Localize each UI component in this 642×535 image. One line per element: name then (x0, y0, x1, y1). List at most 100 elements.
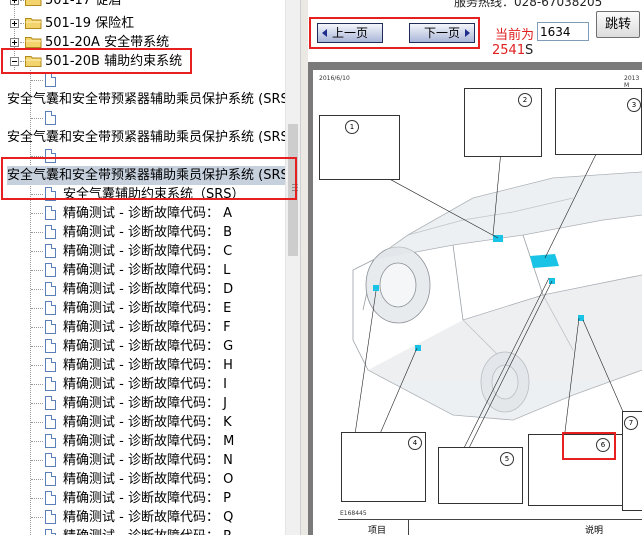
tree-item-501-17[interactable]: 501-17 徒酒 (0, 0, 285, 10)
tree-item-dtc-test[interactable]: 精确测试 - 诊断故障代码： L (0, 261, 285, 280)
tree-item-srs-overview[interactable]: 安全气囊辅助约束系统（SRS） (0, 185, 285, 204)
viewer-toolbar: 服务热线：028-67038205 上一页 下一页 当前为 跳转 2541 S (308, 0, 642, 62)
tree-item-label: 501-17 徒酒 (45, 0, 122, 8)
tree-item-dtc-test[interactable]: 精确测试 - 诊断故障代码： K (0, 413, 285, 432)
folder-icon (25, 0, 42, 6)
tree-item-label: 精确测试 - 诊断故障代码： E (63, 301, 232, 316)
tree-item-dtc-test[interactable]: 精确测试 - 诊断故障代码： M (0, 432, 285, 451)
document-icon (45, 415, 56, 429)
folder-icon (25, 37, 42, 48)
tree-item-doc[interactable] (0, 147, 285, 166)
document-icon (45, 73, 56, 87)
arrow-right-icon (465, 29, 470, 37)
document-icon (45, 282, 56, 296)
table-header-item: 项目 (368, 526, 387, 535)
expand-icon[interactable] (10, 38, 19, 47)
tree-item-label: 精确测试 - 诊断故障代码： O (63, 472, 234, 487)
tree-item-dtc-test[interactable]: 精确测试 - 诊断故障代码： P (0, 489, 285, 508)
tree-item-label: 501-19 保险杠 (45, 16, 135, 31)
tree-item-501-20b[interactable]: 501-20B 辅助约束系统 (0, 52, 285, 71)
document-icon (45, 453, 56, 467)
document-icon (45, 111, 56, 125)
tree-item-dtc-test[interactable]: 精确测试 - 诊断故障代码： C (0, 242, 285, 261)
prev-page-label: 上一页 (331, 26, 368, 40)
tree-item-dtc-test[interactable]: 精确测试 - 诊断故障代码： N (0, 451, 285, 470)
document-icon (45, 529, 56, 535)
document-page: 2016/6/10 2013 M 1 2 3 4 5 6 7 E168445 项… (313, 70, 642, 535)
tree-item-dtc-test[interactable]: 精确测试 - 诊断故障代码： J (0, 394, 285, 413)
folder-open-icon (25, 56, 42, 67)
next-page-label: 下一页 (423, 26, 460, 40)
document-icon (45, 339, 56, 353)
tree-item-label: 精确测试 - 诊断故障代码： Q (63, 510, 234, 525)
tree-item-srs-system-selected[interactable]: 安全气囊和安全带预紧器辅助乘员保护系统 (SRS (0, 166, 285, 185)
tree-item-dtc-test[interactable]: 精确测试 - 诊断故障代码： E (0, 299, 285, 318)
tree-item-dtc-test[interactable]: 精确测试 - 诊断故障代码： H (0, 356, 285, 375)
tree-item-dtc-test[interactable]: 精确测试 - 诊断故障代码： B (0, 223, 285, 242)
tree-item-doc[interactable] (0, 71, 285, 90)
tree-item-dtc-test[interactable]: 精确测试 - 诊断故障代码： R (0, 527, 285, 535)
document-icon (45, 244, 56, 258)
document-icon (45, 263, 56, 277)
tree-item-label: 精确测试 - 诊断故障代码： C (63, 244, 233, 259)
callout-frame-3 (555, 88, 642, 155)
tree-item-501-19[interactable]: 501-19 保险杠 (0, 14, 285, 33)
tree-item-dtc-test[interactable]: 精确测试 - 诊断故障代码： F (0, 318, 285, 337)
document-icon (45, 206, 56, 220)
tree-item-label: 501-20B 辅助约束系统 (45, 54, 183, 69)
document-icon (45, 472, 56, 486)
expand-icon[interactable] (10, 0, 19, 5)
tree-item-dtc-test[interactable]: 精确测试 - 诊断故障代码： I (0, 375, 285, 394)
tree-item-label: 安全气囊辅助约束系统（SRS） (63, 187, 245, 202)
tree-item-label: 精确测试 - 诊断故障代码： P (63, 491, 231, 506)
page-number-input[interactable] (537, 22, 589, 41)
tree-item-dtc-test[interactable]: 精确测试 - 诊断故障代码： O (0, 470, 285, 489)
figure-id: E168445 (340, 510, 367, 517)
callout-number: 1 (345, 120, 359, 134)
tree-item-label: 精确测试 - 诊断故障代码： M (63, 434, 235, 449)
jump-button[interactable]: 跳转 (596, 11, 640, 38)
scrollbar-thumb[interactable] (288, 124, 298, 256)
tree-item-dtc-test[interactable]: 精确测试 - 诊断故障代码： Q (0, 508, 285, 527)
callout-number: 5 (500, 452, 514, 466)
document-icon (45, 491, 56, 505)
tree-item-label: 精确测试 - 诊断故障代码： J (63, 396, 227, 411)
tree-item-dtc-test[interactable]: 精确测试 - 诊断故障代码： G (0, 337, 285, 356)
callout-number: 7 (624, 416, 638, 430)
document-icon (45, 510, 56, 524)
tree-item-label: 精确测试 - 诊断故障代码： N (63, 453, 233, 468)
next-page-button[interactable]: 下一页 (409, 23, 475, 43)
document-icon (45, 301, 56, 315)
tree-item-dtc-test[interactable]: 精确测试 - 诊断故障代码： A (0, 204, 285, 223)
tree-item-dtc-test[interactable]: 精确测试 - 诊断故障代码： D (0, 280, 285, 299)
tree-item-label: 501-20A 安全带系统 (45, 35, 170, 50)
expand-icon[interactable] (10, 19, 19, 28)
tree-item-label: 精确测试 - 诊断故障代码： H (63, 358, 233, 373)
tree-scrollbar[interactable] (285, 0, 300, 535)
document-icon (45, 434, 56, 448)
current-page-label: 当前为 (495, 28, 535, 43)
document-icon (45, 149, 56, 163)
callout-number: 6 (596, 438, 610, 452)
collapse-icon[interactable] (10, 57, 19, 66)
arrow-left-icon (322, 29, 327, 37)
tree-item-label: 安全气囊和安全带预紧器辅助乘员保护系统 (SRS (7, 166, 285, 185)
callout-number: 4 (408, 436, 422, 450)
tree-panel: 501-17 徒酒 501-19 保险杠 501-20A 安全带系统 501-20B … (0, 0, 285, 535)
tree-item-srs-system[interactable]: 安全气囊和安全带预紧器辅助乘员保护系统 (SRS (0, 90, 285, 109)
callout-frame-1 (319, 115, 400, 180)
panel-splitter[interactable] (300, 0, 308, 535)
document-icon (45, 377, 56, 391)
total-pages: 2541 (492, 43, 526, 58)
folder-icon (25, 18, 42, 29)
tree-item-srs-system[interactable]: 安全气囊和安全带预紧器辅助乘员保护系统 (SRS (0, 128, 285, 147)
document-icon (45, 358, 56, 372)
tree-item-doc[interactable] (0, 109, 285, 128)
tree-item-label: 精确测试 - 诊断故障代码： R (63, 527, 232, 535)
tree-item-501-20a[interactable]: 501-20A 安全带系统 (0, 33, 285, 52)
tree-item-label: 安全气囊和安全带预紧器辅助乘员保护系统 (SRS (7, 92, 285, 107)
tree-item-label: 精确测试 - 诊断故障代码： B (63, 225, 233, 240)
tree-item-label: 精确测试 - 诊断故障代码： D (63, 282, 234, 297)
prev-page-button[interactable]: 上一页 (317, 23, 383, 43)
parts-table-header: 项目 说明 (338, 519, 642, 535)
